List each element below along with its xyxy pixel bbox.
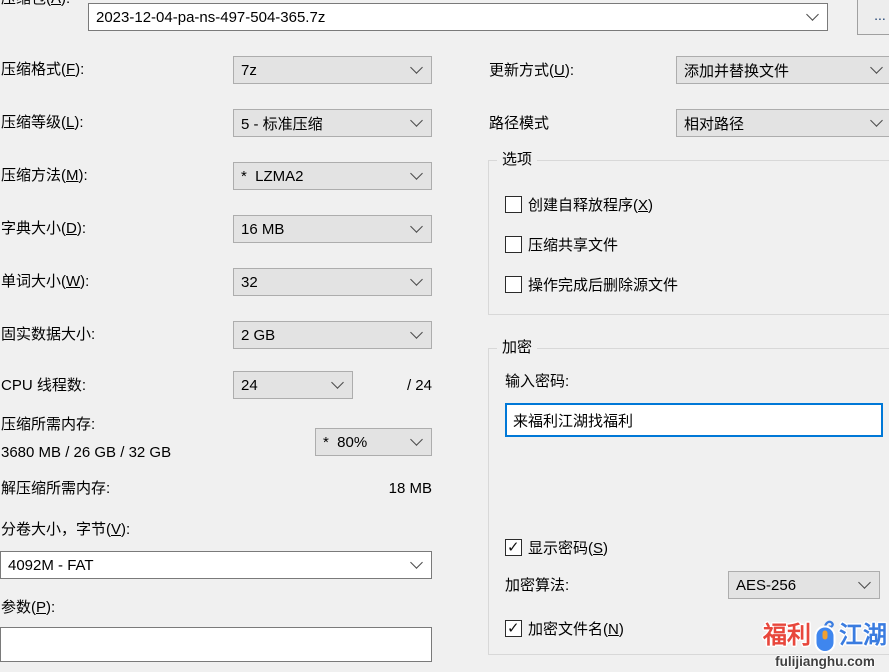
parameters-label: 参数(P): <box>1 599 55 617</box>
update-mode-label: 更新方式(U): <box>489 62 574 80</box>
browse-button[interactable]: ... <box>857 0 889 35</box>
delete-after-checkbox[interactable] <box>505 276 522 293</box>
method-select[interactable]: * LZMA2 <box>233 162 432 190</box>
method-label: 压缩方法(M): <box>1 167 88 185</box>
memory-compress-detail: 3680 MB / 26 GB / 32 GB <box>1 444 171 462</box>
update-mode-select[interactable]: 添加并替换文件 <box>676 56 889 84</box>
create-sfx-label: 创建自释放程序(X) <box>528 197 653 215</box>
show-password-label: 显示密码(S) <box>528 540 608 558</box>
path-mode-select[interactable]: 相对路径 <box>676 109 889 137</box>
volume-size-label: 分卷大小，字节(V): <box>1 521 130 539</box>
chevron-down-icon <box>410 61 423 74</box>
delete-after-label: 操作完成后删除源文件 <box>528 277 678 295</box>
encrypt-filenames-checkbox[interactable] <box>505 620 522 637</box>
format-label: 压缩格式(F): <box>1 61 84 79</box>
chevron-down-icon <box>870 114 883 127</box>
chevron-down-icon <box>410 114 423 127</box>
cpu-threads-total: / 24 <box>332 377 432 395</box>
password-input[interactable] <box>505 403 883 437</box>
memory-decompress-label: 解压缩所需内存: <box>1 480 110 498</box>
chevron-down-icon <box>806 8 819 21</box>
chevron-down-icon <box>410 433 423 446</box>
chevron-down-icon <box>410 273 423 286</box>
dictionary-size-label: 字典大小(D): <box>1 220 86 238</box>
show-password-checkbox[interactable] <box>505 539 522 556</box>
volume-size-combobox[interactable]: 4092M - FAT <box>0 551 432 579</box>
chevron-down-icon <box>410 167 423 180</box>
chevron-down-icon <box>858 576 871 589</box>
encryption-groupbox: 加密 <box>488 348 889 655</box>
password-label: 输入密码: <box>505 373 569 391</box>
archive-name-value: 2023-12-04-pa-ns-497-504-365.7z <box>96 9 325 26</box>
memory-usage-select[interactable]: * 80% <box>315 428 432 456</box>
chevron-down-icon <box>410 556 423 569</box>
archive-name-label: 压缩包(A): <box>1 0 70 8</box>
cpu-threads-label: CPU 线程数: <box>1 377 86 395</box>
parameters-input[interactable] <box>0 627 432 662</box>
level-label: 压缩等级(L): <box>1 114 84 132</box>
chevron-down-icon <box>410 326 423 339</box>
encryption-group-title: 加密 <box>497 339 537 357</box>
compress-shared-label: 压缩共享文件 <box>528 237 618 255</box>
encrypt-filenames-label: 加密文件名(N) <box>528 621 624 639</box>
level-select[interactable]: 5 - 标准压缩 <box>233 109 432 137</box>
solid-block-size-label: 固实数据大小: <box>1 326 95 344</box>
compress-shared-checkbox[interactable] <box>505 236 522 253</box>
memory-compress-label: 压缩所需内存: <box>1 416 95 434</box>
options-group-title: 选项 <box>497 151 537 169</box>
chevron-down-icon <box>870 61 883 74</box>
format-select[interactable]: 7z <box>233 56 432 84</box>
archive-name-combobox[interactable]: 2023-12-04-pa-ns-497-504-365.7z <box>88 3 828 31</box>
memory-decompress-value: 18 MB <box>332 480 432 498</box>
chevron-down-icon <box>410 220 423 233</box>
encryption-method-label: 加密算法: <box>505 577 569 595</box>
path-mode-label: 路径模式 <box>489 115 549 133</box>
word-size-select[interactable]: 32 <box>233 268 432 296</box>
dictionary-size-select[interactable]: 16 MB <box>233 215 432 243</box>
watermark-domain: fulijianghu.com <box>763 654 887 669</box>
solid-block-size-select[interactable]: 2 GB <box>233 321 432 349</box>
word-size-label: 单词大小(W): <box>1 273 89 291</box>
encryption-method-select[interactable]: AES-256 <box>728 571 880 599</box>
add-to-archive-dialog: 压缩包(A): 2023-12-04-pa-ns-497-504-365.7z … <box>0 0 889 672</box>
create-sfx-checkbox[interactable] <box>505 196 522 213</box>
